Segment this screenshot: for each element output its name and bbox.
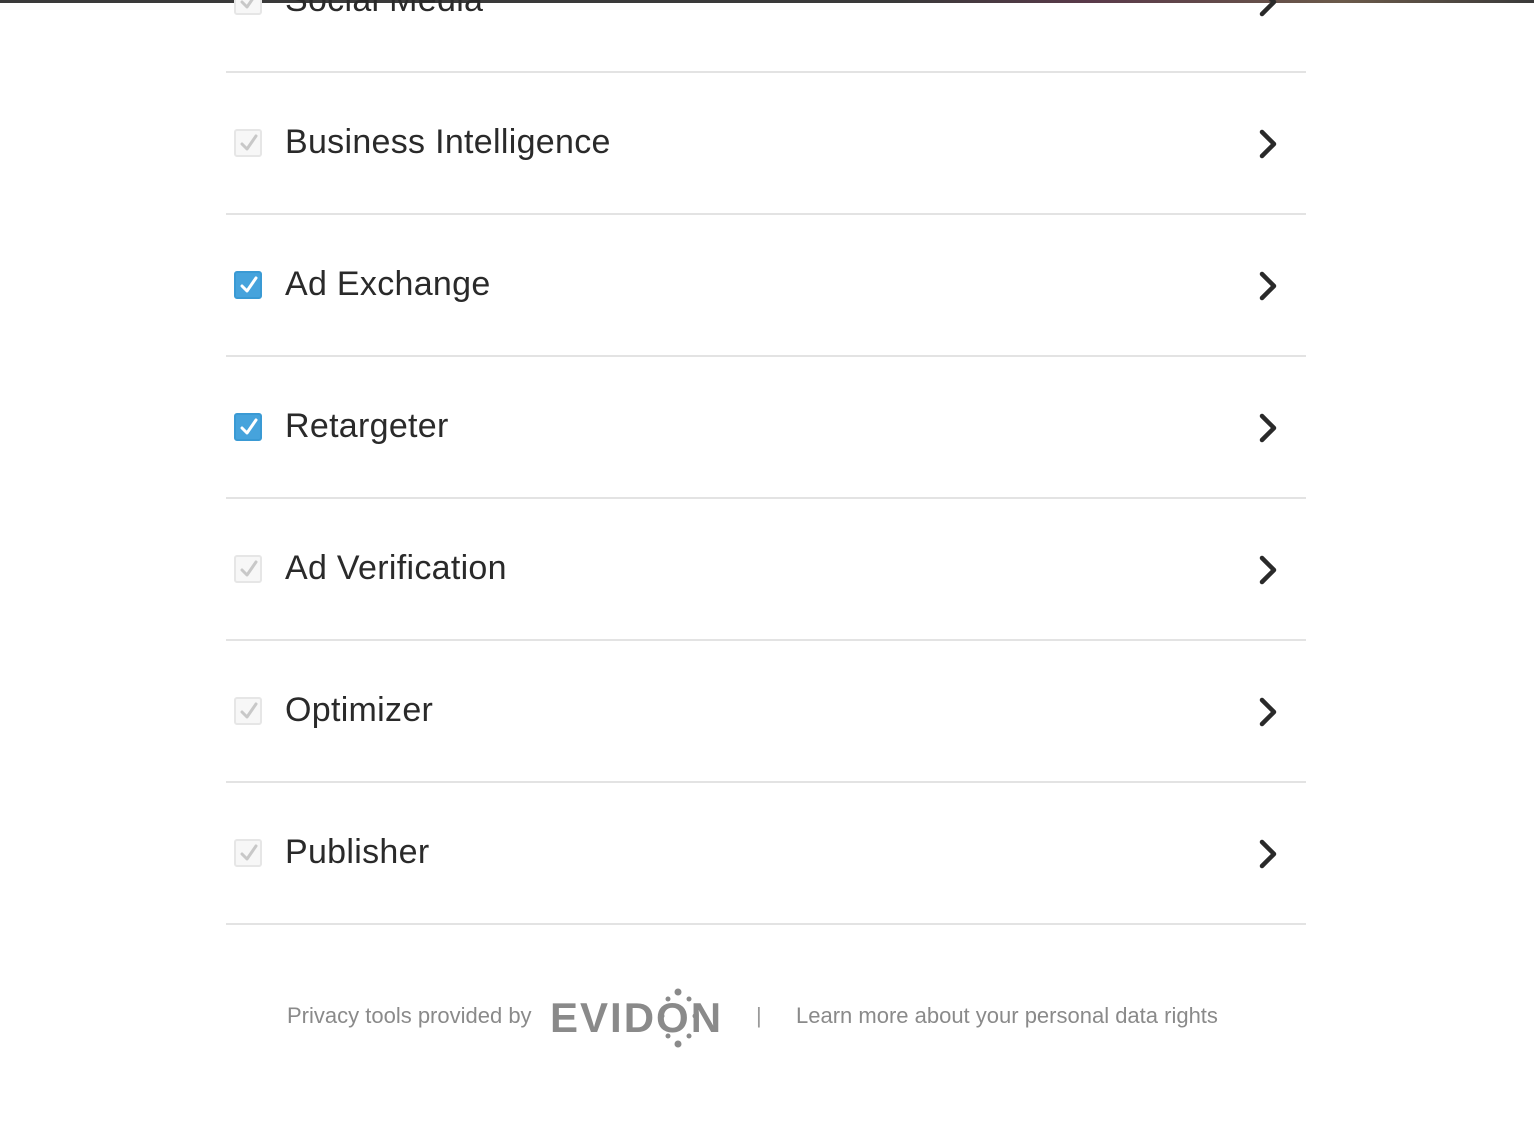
category-checkbox[interactable] (234, 413, 262, 441)
checkmark-icon (240, 276, 258, 293)
category-checkbox[interactable] (234, 697, 262, 725)
checkmark-icon (240, 702, 258, 719)
chevron-right-icon[interactable] (1256, 554, 1280, 586)
category-checkbox[interactable] (234, 555, 262, 583)
category-row-ad-exchange[interactable]: Ad Exchange (226, 215, 1306, 357)
footer-separator: | (756, 1003, 762, 1028)
provided-by-text: Privacy tools provided by (287, 1003, 532, 1028)
category-label: Social Media (285, 0, 484, 19)
category-row-retargeter[interactable]: Retargeter (226, 357, 1306, 499)
footer: Privacy tools provided by EVIDON | Learn… (226, 986, 1306, 1050)
category-label: Business Intelligence (285, 123, 611, 161)
category-list: Social Media Business Intelligence Ad Ex… (226, 0, 1306, 925)
category-label: Ad Verification (285, 549, 507, 587)
category-label: Ad Exchange (285, 265, 491, 303)
chevron-right-icon[interactable] (1256, 696, 1280, 728)
chevron-right-icon[interactable] (1256, 838, 1280, 870)
category-row-business-intelligence[interactable]: Business Intelligence (226, 73, 1306, 215)
chevron-right-icon[interactable] (1256, 270, 1280, 302)
chevron-right-icon[interactable] (1256, 412, 1280, 444)
category-row-ad-verification[interactable]: Ad Verification (226, 499, 1306, 641)
category-row-social-media[interactable]: Social Media (226, 0, 1306, 73)
category-checkbox[interactable] (234, 271, 262, 299)
checkmark-icon (240, 560, 258, 577)
learn-more-link[interactable]: Learn more about your personal data righ… (796, 1003, 1218, 1029)
chevron-right-icon[interactable] (1256, 0, 1280, 18)
chevron-right-icon[interactable] (1256, 128, 1280, 160)
evidon-logo-text: EVIDON (550, 994, 723, 1041)
category-checkbox[interactable] (234, 0, 262, 15)
category-checkbox[interactable] (234, 129, 262, 157)
category-label: Optimizer (285, 691, 434, 729)
category-row-optimizer[interactable]: Optimizer (226, 641, 1306, 783)
checkmark-icon (240, 0, 254, 9)
evidon-logo: EVIDON (550, 988, 723, 1048)
checkmark-icon (240, 418, 258, 435)
checkmark-icon (240, 134, 258, 151)
category-row-publisher[interactable]: Publisher (226, 783, 1306, 925)
category-label: Retargeter (285, 407, 449, 445)
checkmark-icon (240, 844, 258, 861)
category-label: Publisher (285, 833, 430, 871)
category-checkbox[interactable] (234, 839, 262, 867)
